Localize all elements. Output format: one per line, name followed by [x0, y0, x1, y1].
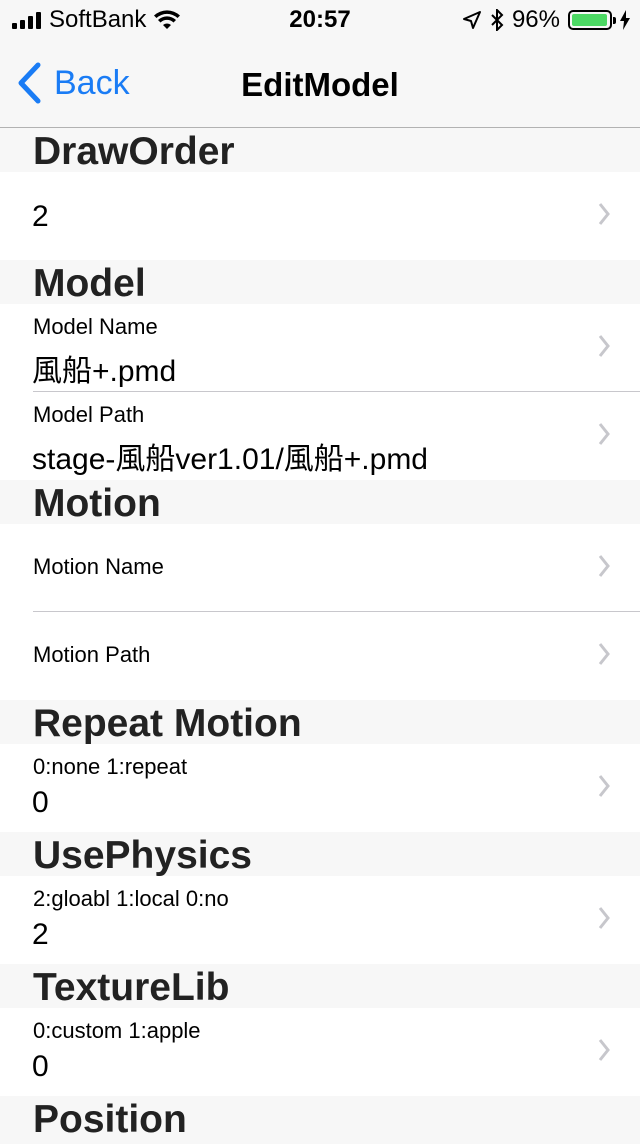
page-title: EditModel — [241, 66, 399, 103]
battery-percent: 96% — [511, 6, 560, 33]
texturelib-label: 0:custom 1:apple — [33, 1018, 201, 1043]
section-header-motion: Motion — [0, 480, 640, 525]
row-draworder[interactable]: 2 — [0, 172, 640, 260]
section-header-model: Model — [0, 260, 640, 305]
row-model-name[interactable]: Model Name 風船+.pmd — [0, 304, 640, 392]
bluetooth-icon — [491, 9, 504, 31]
section-header-draworder: DrawOrder — [0, 128, 640, 173]
navigation-bar: Back EditModel — [0, 40, 640, 128]
row-usephysics[interactable]: 2:gloabl 1:local 0:no 2 — [0, 876, 640, 964]
chevron-right-icon — [598, 775, 610, 797]
model-path-value: stage-風船ver1.01/風船+.pmd — [32, 443, 428, 476]
status-bar: SoftBank 20:57 96% — [0, 0, 640, 40]
repeat-motion-value: 0 — [32, 786, 49, 819]
section-header-texturelib: TextureLib — [0, 964, 640, 1009]
row-repeat-motion[interactable]: 0:none 1:repeat 0 — [0, 744, 640, 832]
chevron-right-icon — [598, 335, 610, 357]
model-name-label: Model Name — [33, 314, 158, 339]
model-name-value: 風船+.pmd — [32, 355, 177, 388]
chevron-right-icon — [598, 1039, 610, 1061]
motion-path-label: Motion Path — [33, 642, 151, 667]
chevron-right-icon — [598, 423, 610, 445]
section-header-repeat-motion: Repeat Motion — [0, 700, 640, 745]
usephysics-value: 2 — [32, 918, 49, 951]
chevron-right-icon — [598, 643, 610, 665]
chevron-right-icon — [598, 555, 610, 577]
row-motion-path[interactable]: Motion Path — [0, 612, 640, 700]
chevron-right-icon — [598, 907, 610, 929]
usephysics-label: 2:gloabl 1:local 0:no — [33, 886, 229, 911]
settings-table: DrawOrder 2 Model Model Name 風船+.pmd Mod… — [0, 128, 640, 1141]
row-texturelib[interactable]: 0:custom 1:apple 0 — [0, 1008, 640, 1096]
repeat-motion-label: 0:none 1:repeat — [33, 754, 188, 779]
texturelib-value: 0 — [32, 1050, 49, 1083]
model-path-label: Model Path — [33, 402, 145, 427]
battery-icon — [568, 10, 616, 30]
section-header-position: Position — [0, 1096, 640, 1141]
location-icon — [462, 11, 481, 29]
section-header-usephysics: UsePhysics — [0, 832, 640, 877]
charging-icon — [620, 10, 630, 30]
draworder-value: 2 — [32, 200, 49, 233]
chevron-right-icon — [598, 203, 610, 225]
motion-name-label: Motion Name — [33, 554, 164, 579]
row-model-path[interactable]: Model Path stage-風船ver1.01/風船+.pmd — [0, 392, 640, 480]
row-motion-name[interactable]: Motion Name — [0, 524, 640, 612]
